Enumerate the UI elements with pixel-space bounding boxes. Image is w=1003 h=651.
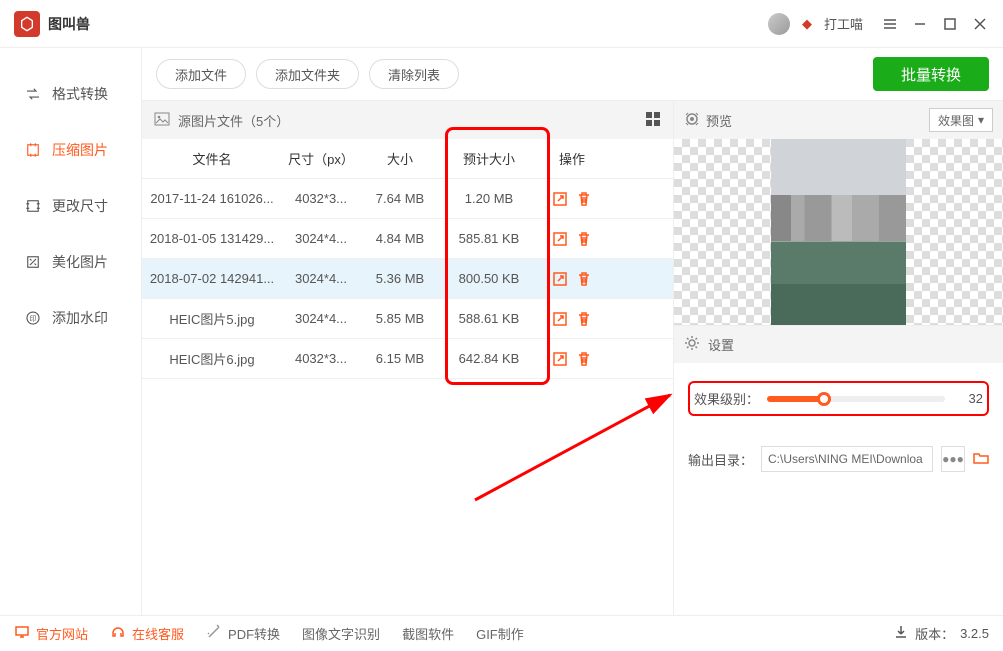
col-filename: 文件名 — [142, 149, 282, 168]
more-button[interactable]: ●●● — [941, 446, 965, 472]
sidebar-item-format-convert[interactable]: 格式转换 — [0, 66, 141, 122]
table-row[interactable]: 2018-07-02 142941... 3024*4... 5.36 MB 8… — [142, 259, 673, 299]
col-dimensions: 尺寸（px） — [282, 149, 360, 168]
output-dir-label: 输出目录： — [688, 450, 753, 469]
minimize-button[interactable] — [911, 15, 929, 33]
maximize-button[interactable] — [941, 15, 959, 33]
monitor-icon — [14, 624, 30, 643]
sidebar-item-label: 压缩图片 — [52, 140, 108, 160]
open-icon[interactable] — [552, 271, 568, 287]
gear-icon — [684, 335, 700, 354]
quality-value: 32 — [953, 391, 983, 406]
table-row[interactable]: 2017-11-24 161026... 4032*3... 7.64 MB 1… — [142, 179, 673, 219]
clear-list-button[interactable]: 清除列表 — [369, 59, 459, 89]
col-estimated-size: 预计大小 — [440, 149, 538, 168]
quality-label: 效果级别： — [694, 389, 759, 408]
quality-slider[interactable] — [767, 396, 945, 402]
preview-image — [771, 139, 906, 325]
table-row[interactable]: HEIC图片5.jpg 3024*4... 5.85 MB 588.61 KB — [142, 299, 673, 339]
delete-icon[interactable] — [576, 191, 592, 207]
user-name[interactable]: 打工喵 — [824, 14, 863, 33]
menu-button[interactable] — [881, 15, 899, 33]
open-icon[interactable] — [552, 231, 568, 247]
open-icon[interactable] — [552, 191, 568, 207]
image-icon — [154, 111, 170, 130]
file-section-label: 源图片文件（5个） — [178, 111, 289, 130]
delete-icon[interactable] — [576, 271, 592, 287]
col-size: 大小 — [360, 149, 440, 168]
sidebar-item-resize[interactable]: 更改尺寸 — [0, 178, 141, 234]
output-path-input[interactable] — [761, 446, 933, 472]
table-row[interactable]: HEIC图片6.jpg 4032*3... 6.15 MB 642.84 KB — [142, 339, 673, 379]
footer-version[interactable]: 版本：3.2.5 — [893, 624, 989, 643]
open-icon[interactable] — [552, 311, 568, 327]
slider-knob[interactable] — [817, 392, 831, 406]
sidebar-item-watermark[interactable]: 印 添加水印 — [0, 290, 141, 346]
beautify-icon — [24, 253, 42, 271]
sidebar-item-compress[interactable]: 压缩图片 — [0, 122, 141, 178]
delete-icon[interactable] — [576, 351, 592, 367]
sidebar-item-label: 更改尺寸 — [52, 196, 108, 216]
col-operations: 操作 — [538, 149, 606, 168]
sidebar-item-label: 添加水印 — [52, 308, 108, 328]
delete-icon[interactable] — [576, 311, 592, 327]
compress-icon — [24, 141, 42, 159]
settings-label: 设置 — [708, 335, 734, 354]
footer-pdf[interactable]: PDF转换 — [206, 624, 280, 643]
app-title: 图叫兽 — [48, 14, 90, 34]
preview-mode-dropdown[interactable]: 效果图 ▾ — [929, 108, 993, 132]
footer-support[interactable]: 在线客服 — [110, 624, 184, 643]
footer-screenshot[interactable]: 截图软件 — [402, 624, 454, 643]
watermark-icon: 印 — [24, 309, 42, 327]
open-icon[interactable] — [552, 351, 568, 367]
convert-icon — [24, 85, 42, 103]
wand-icon — [206, 624, 222, 643]
headset-icon — [110, 624, 126, 643]
quality-slider-row: 效果级别： 32 — [688, 381, 989, 416]
delete-icon[interactable] — [576, 231, 592, 247]
add-folder-button[interactable]: 添加文件夹 — [256, 59, 359, 89]
table-header: 文件名 尺寸（px） 大小 预计大小 操作 — [142, 139, 673, 179]
footer-website[interactable]: 官方网站 — [14, 624, 88, 643]
app-logo — [14, 11, 40, 37]
download-icon — [893, 624, 909, 643]
grid-view-icon[interactable] — [645, 111, 661, 130]
table-row[interactable]: 2018-01-05 131429... 3024*4... 4.84 MB 5… — [142, 219, 673, 259]
sidebar-item-beautify[interactable]: 美化图片 — [0, 234, 141, 290]
sidebar-item-label: 美化图片 — [52, 252, 108, 272]
close-button[interactable] — [971, 15, 989, 33]
sidebar-item-label: 格式转换 — [52, 84, 108, 104]
vip-icon: ◆ — [802, 16, 812, 32]
preview-label: 预览 — [706, 111, 732, 130]
footer-ocr[interactable]: 图像文字识别 — [302, 624, 380, 643]
resize-icon — [24, 197, 42, 215]
preview-canvas — [674, 139, 1003, 325]
footer-gif[interactable]: GIF制作 — [476, 624, 524, 643]
svg-text:印: 印 — [30, 315, 37, 323]
batch-convert-button[interactable]: 批量转换 — [873, 57, 989, 91]
add-file-button[interactable]: 添加文件 — [156, 59, 246, 89]
preview-icon — [684, 111, 700, 130]
folder-icon[interactable] — [973, 450, 989, 469]
avatar[interactable] — [768, 13, 790, 35]
chevron-down-icon: ▾ — [978, 113, 984, 127]
